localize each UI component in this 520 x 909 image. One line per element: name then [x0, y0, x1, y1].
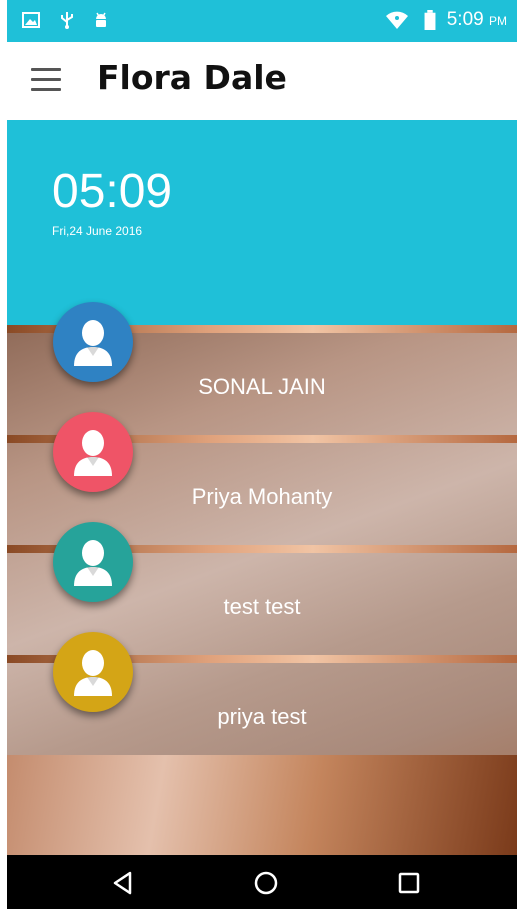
avatar[interactable]: [53, 412, 133, 492]
contact-name: priya test: [217, 704, 307, 729]
avatar[interactable]: [53, 632, 133, 712]
back-icon[interactable]: [109, 869, 137, 897]
user-avatar-icon: [74, 320, 112, 366]
avatar[interactable]: [53, 522, 133, 602]
phone-screen: 5:09 PM Flora Dale 05:09 Fri,24 June 201…: [7, 0, 517, 909]
status-time: 5:09 PM: [446, 9, 507, 30]
decorative-band: [7, 755, 517, 855]
user-avatar-icon: [74, 540, 112, 586]
usb-icon: [61, 12, 73, 29]
user-avatar-icon: [74, 650, 112, 696]
contact-item-priya-test[interactable]: priya test: [7, 632, 517, 768]
contact-name: Priya Mohanty: [191, 484, 333, 509]
wifi-icon: [386, 11, 408, 29]
image-icon: [22, 12, 40, 28]
user-avatar-icon: [74, 430, 112, 476]
home-icon[interactable]: [252, 869, 280, 897]
contact-name: test test: [223, 594, 301, 619]
contacts-area: SONAL JAIN Priya Mohanty test test priya…: [7, 302, 517, 855]
app-bar: Flora Dale: [7, 42, 517, 120]
android-icon: [96, 12, 106, 27]
navigation-bar: [7, 855, 517, 909]
avatar[interactable]: [53, 302, 133, 382]
recents-icon[interactable]: [395, 869, 423, 897]
status-bar: 5:09 PM: [7, 0, 517, 42]
hamburger-menu-icon[interactable]: [31, 68, 61, 94]
clock-time: 05:09: [52, 165, 173, 218]
app-title: Flora Dale: [97, 58, 287, 97]
clock-date: Fri,24 June 2016: [52, 224, 143, 238]
battery-icon: [424, 10, 436, 30]
contact-name: SONAL JAIN: [198, 374, 326, 399]
clock-panel: 05:09 Fri,24 June 2016: [7, 120, 517, 328]
